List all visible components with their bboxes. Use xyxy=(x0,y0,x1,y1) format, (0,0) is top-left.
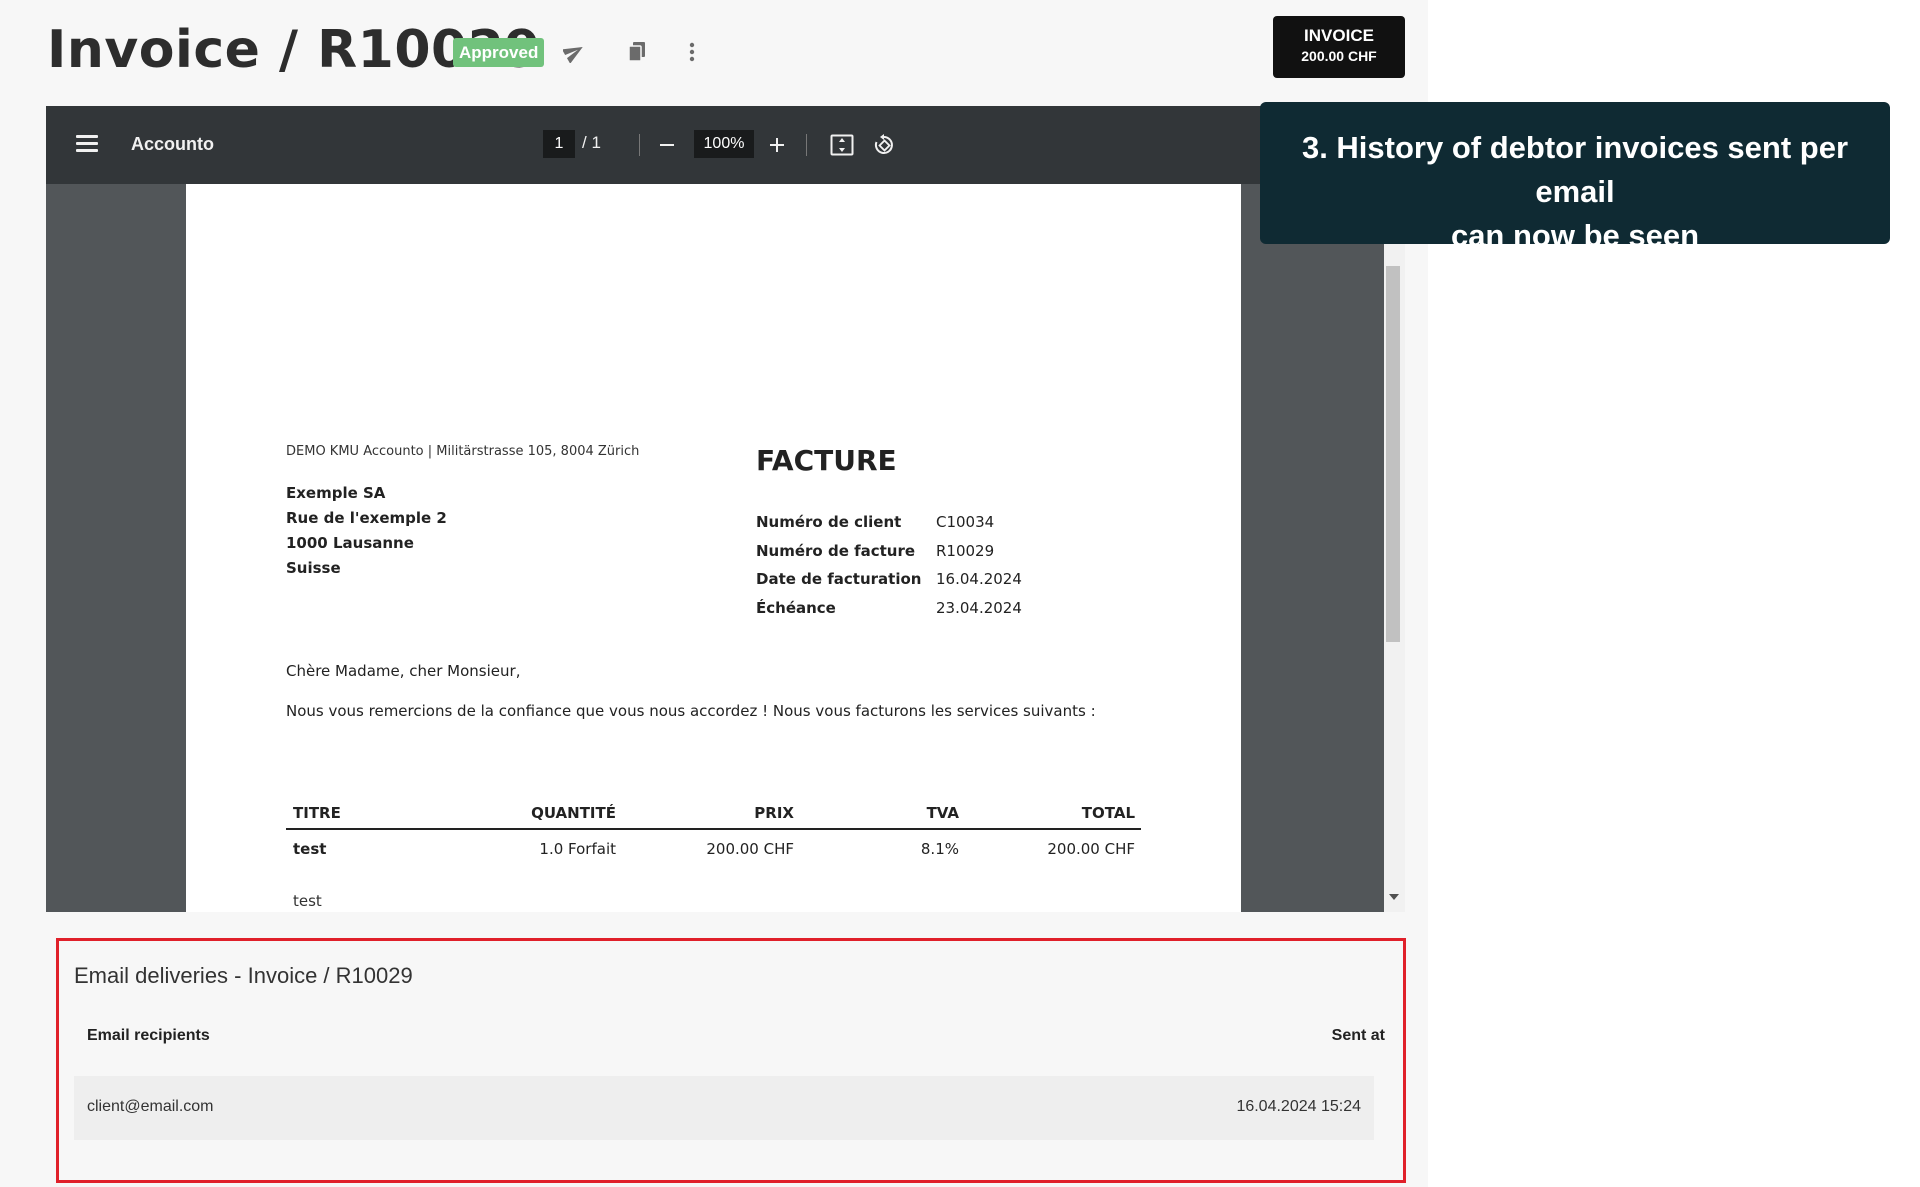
column-header-sent-at: Sent at xyxy=(1331,1027,1385,1044)
meta-label: Date de facturation xyxy=(756,570,922,588)
meta-value: R10029 xyxy=(936,541,995,560)
paper-plane-icon[interactable] xyxy=(558,36,590,68)
table-row: client@email.com 16.04.2024 15:24 xyxy=(74,1076,1374,1140)
sender-line: DEMO KMU Accounto | Militärstrasse 105, … xyxy=(286,444,640,459)
table-cell: 200.00 CHF xyxy=(1047,840,1135,858)
greeting: Chère Madame, cher Monsieur, xyxy=(286,662,521,680)
recipient-line: Exemple SA xyxy=(286,484,386,502)
recipient-line: 1000 Lausanne xyxy=(286,534,414,552)
column-header: TITRE xyxy=(293,804,341,822)
items-table: TITRE QUANTITÉ PRIX TVA TOTAL test 1.0 F… xyxy=(286,798,1141,868)
toolbar-divider xyxy=(639,134,640,156)
meta-label: Échéance xyxy=(756,598,836,617)
invoice-meta: Numéro de client C10034 Numéro de facture… xyxy=(756,513,1022,627)
zoom-in-icon[interactable] xyxy=(762,130,792,160)
callout-annotation: 3. History of debtor invoices sent per e… xyxy=(1260,102,1890,253)
intro-text: Nous vous remercions de la confiance que… xyxy=(286,702,1096,720)
status-badge: Approved xyxy=(453,38,545,67)
table-cell: 1.0 Forfait xyxy=(539,840,616,858)
sent-at: 16.04.2024 15:24 xyxy=(1236,1098,1361,1115)
column-header: PRIX xyxy=(754,804,794,822)
page-number-input[interactable]: 1 xyxy=(543,130,575,158)
column-header-recipients: Email recipients xyxy=(87,1027,210,1044)
scroll-down-arrow-icon[interactable] xyxy=(1389,894,1399,900)
zoom-out-icon[interactable] xyxy=(652,130,682,160)
page-total: / 1 xyxy=(582,133,601,152)
menu-icon[interactable] xyxy=(76,135,98,153)
meta-label: Numéro de facture xyxy=(756,541,916,560)
callout-line: 3. History of debtor invoices sent per e… xyxy=(1301,130,1849,209)
pdf-viewer: Accounto 1 / 1 100% DEMO KMU Accounto | … xyxy=(46,106,1405,912)
fit-page-icon[interactable] xyxy=(827,130,857,160)
rotate-icon[interactable] xyxy=(869,130,899,160)
meta-row: Date de facturation 16.04.2024 xyxy=(756,570,1022,599)
invoice-button-label: INVOICE xyxy=(1304,26,1374,45)
document-heading: FACTURE xyxy=(756,444,897,477)
column-header: QUANTITÉ xyxy=(531,804,616,822)
column-header: TOTAL xyxy=(1081,804,1135,822)
meta-value: 23.04.2024 xyxy=(936,598,1022,617)
table-cell: test xyxy=(293,840,327,858)
recipient-line: Suisse xyxy=(286,559,341,577)
recipient-address: Exemple SA Rue de l'exemple 2 1000 Lausa… xyxy=(286,481,447,581)
zoom-input[interactable]: 100% xyxy=(694,130,754,158)
toolbar-divider xyxy=(806,134,807,156)
meta-value: C10034 xyxy=(936,513,995,531)
meta-value: 16.04.2024 xyxy=(936,570,1022,588)
invoice-amount-button[interactable]: INVOICE 200.00 CHF xyxy=(1273,16,1405,78)
invoice-page: Invoice / R10029 Approved INVOICE 200.00… xyxy=(0,0,1428,1187)
scrollbar-thumb[interactable] xyxy=(1386,266,1400,642)
copy-icon[interactable] xyxy=(621,36,653,68)
table-cell: 8.1% xyxy=(920,840,959,858)
meta-row: Échéance 23.04.2024 xyxy=(756,599,1022,628)
email-deliveries-panel: Email deliveries - Invoice / R10029 Emai… xyxy=(56,938,1406,1183)
email-recipient: client@email.com xyxy=(87,1098,214,1115)
meta-row: Numéro de facture R10029 xyxy=(756,542,1022,571)
column-header: TVA xyxy=(926,804,959,822)
table-row: test 1.0 Forfait 200.00 CHF 8.1% 200.00 … xyxy=(286,830,1141,868)
callout-line: can now be seen xyxy=(1450,218,1700,253)
pdf-toolbar: Accounto 1 / 1 100% xyxy=(46,106,1405,184)
table-header: TITRE QUANTITÉ PRIX TVA TOTAL xyxy=(286,798,1141,830)
recipient-line: Rue de l'exemple 2 xyxy=(286,509,447,527)
item-description: test xyxy=(293,892,322,910)
invoice-button-amount: 200.00 CHF xyxy=(1301,48,1377,64)
meta-row: Numéro de client C10034 xyxy=(756,513,1022,542)
email-deliveries-title: Email deliveries - Invoice / R10029 xyxy=(74,963,413,988)
app-root: Invoice / R10029 Approved INVOICE 200.00… xyxy=(0,0,1920,1187)
pdf-page: DEMO KMU Accounto | Militärstrasse 105, … xyxy=(186,184,1241,912)
meta-label: Numéro de client xyxy=(756,513,902,531)
more-vertical-icon[interactable] xyxy=(676,36,708,68)
pdf-app-name: Accounto xyxy=(131,134,214,154)
table-cell: 200.00 CHF xyxy=(706,840,794,858)
